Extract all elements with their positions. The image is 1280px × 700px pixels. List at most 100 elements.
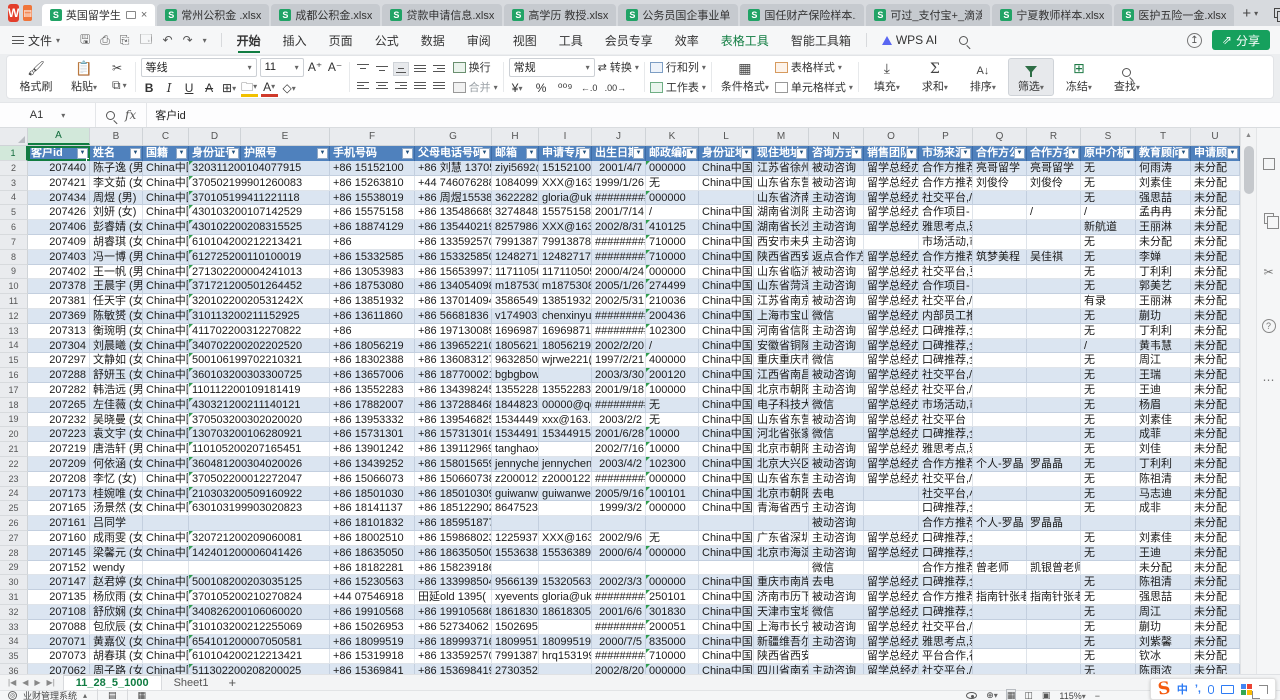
cell-D11[interactable]: 32010220020531242X	[189, 294, 241, 309]
cell-P14[interactable]: 口碑推荐,全	[919, 339, 973, 354]
filter-dropdown-col-Q[interactable]: ▼	[1014, 148, 1025, 159]
cell-H32[interactable]: 186183058	[492, 605, 539, 620]
cell-Q29[interactable]: 曾老师	[973, 561, 1027, 576]
increase-indent-icon[interactable]	[431, 62, 447, 76]
cell-P20[interactable]: 口碑推荐,全	[919, 427, 973, 442]
cell-C11[interactable]: China中国	[143, 294, 189, 309]
cell-H12[interactable]: v1749037(	[492, 309, 539, 324]
cell-K28[interactable]: 000000	[646, 546, 699, 561]
cell-O12[interactable]: 留学总经办	[864, 309, 919, 324]
cell-G22[interactable]: +86 1580156591	[415, 457, 492, 472]
cell-L4[interactable]	[699, 191, 754, 206]
cell-L11[interactable]: China中国	[699, 294, 754, 309]
cell-T18[interactable]: 杨眉	[1136, 398, 1191, 413]
cell-K30[interactable]: 000000	[646, 575, 699, 590]
cell-L17[interactable]: China中国	[699, 383, 754, 398]
row-header-11[interactable]: 11	[0, 294, 28, 309]
cell-T34[interactable]: 刘紫馨	[1136, 635, 1191, 650]
filter-dropdown-col-S[interactable]: ▼	[1123, 148, 1134, 159]
cell-H3[interactable]: 108409964	[492, 176, 539, 191]
cell-B24[interactable]: 桂婉唯 (女	[90, 487, 143, 502]
cell-H11[interactable]: 358654913	[492, 294, 539, 309]
cell-M7[interactable]: 西安市未央	[754, 235, 809, 250]
cell-M9[interactable]: 山东省临沂	[754, 265, 809, 280]
cell-U5[interactable]: 未分配	[1191, 205, 1240, 220]
row-header-14[interactable]: 14	[0, 339, 28, 354]
cell-M21[interactable]: 北京市朝阳	[754, 442, 809, 457]
cell-J29[interactable]	[592, 561, 646, 576]
row-header-2[interactable]: 2	[0, 161, 28, 176]
cell-M30[interactable]: 重庆市南岸	[754, 575, 809, 590]
cell-O26[interactable]	[864, 516, 919, 531]
column-header-S[interactable]: S	[1081, 128, 1136, 145]
side-panel-icon[interactable]	[1261, 156, 1277, 172]
cell-O27[interactable]: 留学总经办	[864, 531, 919, 546]
cell-N34[interactable]: 主动咨询	[809, 635, 864, 650]
wrap-text-button[interactable]: 换行	[453, 59, 498, 76]
row-header-19[interactable]: 19	[0, 413, 28, 428]
cell-J25[interactable]: 1999/3/2	[592, 501, 646, 516]
cell-L13[interactable]: China中国	[699, 324, 754, 339]
cell-C6[interactable]: China中国	[143, 220, 189, 235]
cell-D16[interactable]: 360103200303300725	[189, 368, 241, 383]
cell-T28[interactable]: 王迪	[1136, 546, 1191, 561]
cell-K23[interactable]: 000000	[646, 472, 699, 487]
align-center-icon[interactable]	[374, 79, 390, 93]
cell-Q6[interactable]	[973, 220, 1027, 235]
cell-B10[interactable]: 王晨宇 (男	[90, 279, 143, 294]
cell-B7[interactable]: 胡睿琪 (女	[90, 235, 143, 250]
cell-G12[interactable]: +86 56681836	[415, 309, 492, 324]
cell-J28[interactable]: 2000/6/4	[592, 546, 646, 561]
header-cell-U1[interactable]: 申请顾▼	[1191, 146, 1240, 161]
cell-I17[interactable]: 135522836	[539, 383, 592, 398]
align-middle-icon[interactable]	[374, 62, 390, 76]
cell-H25[interactable]: 864752343	[492, 501, 539, 516]
cell-J20[interactable]: 2001/6/28	[592, 427, 646, 442]
row-header-30[interactable]: 30	[0, 575, 28, 590]
cell-T21[interactable]: 刘佳	[1136, 442, 1191, 457]
cell-M24[interactable]: 北京市朝阳	[754, 487, 809, 502]
cell-G16[interactable]: +86 1877000215	[415, 368, 492, 383]
cell-O9[interactable]: 留学总经办	[864, 265, 919, 280]
cell-U15[interactable]: 未分配	[1191, 353, 1240, 368]
cell-A26[interactable]: 207161	[28, 516, 90, 531]
cell-P5[interactable]: 合作项目-	[919, 205, 973, 220]
zoom-out-icon[interactable]: −	[1095, 691, 1100, 700]
undo-icon[interactable]: ↶	[163, 33, 173, 47]
cell-N30[interactable]: 去电	[809, 575, 864, 590]
cell-O28[interactable]: 留学总经办	[864, 546, 919, 561]
cell-R33[interactable]	[1027, 620, 1081, 635]
cell-N15[interactable]: 微信	[809, 353, 864, 368]
cell-D27[interactable]: 320721200209060081	[189, 531, 241, 546]
cell-O3[interactable]: 留学总经办	[864, 176, 919, 191]
cell-I11[interactable]: 13851932@	[539, 294, 592, 309]
header-cell-I1[interactable]: 申请专用▼	[539, 146, 592, 161]
cell-D6[interactable]: 430102200208315525	[189, 220, 241, 235]
cell-G8[interactable]: +86 1533258500	[415, 250, 492, 265]
increase-font-icon[interactable]: A⁺	[307, 59, 324, 76]
cell-N10[interactable]: 主动咨询	[809, 279, 864, 294]
paste-button[interactable]: 📋 粘贴▾	[61, 59, 107, 95]
cell-F12[interactable]: +86 13611860	[330, 309, 415, 324]
cell-T5[interactable]: 孟冉冉	[1136, 205, 1191, 220]
cell-F15[interactable]: +86 18302388	[330, 353, 415, 368]
cell-M3[interactable]: 山东省东营	[754, 176, 809, 191]
cell-O23[interactable]: 留学总经办	[864, 472, 919, 487]
cell-Q24[interactable]	[973, 487, 1027, 502]
cell-N5[interactable]: 主动咨询	[809, 205, 864, 220]
cell-R21[interactable]	[1027, 442, 1081, 457]
cell-G29[interactable]: +86 1582391866	[415, 561, 492, 576]
cell-S17[interactable]: 无	[1081, 383, 1136, 398]
cell-F34[interactable]: +86 18099519	[330, 635, 415, 650]
cell-S29[interactable]	[1081, 561, 1136, 576]
cell-I33[interactable]	[539, 620, 592, 635]
cell-C22[interactable]: China中国	[143, 457, 189, 472]
cell-U29[interactable]: 未分配	[1191, 561, 1240, 576]
cell-S23[interactable]: 无	[1081, 472, 1136, 487]
row-header-17[interactable]: 17	[0, 383, 28, 398]
cell-F31[interactable]: +44 07546918	[330, 590, 415, 605]
cell-K16[interactable]: 200120	[646, 368, 699, 383]
row-header-9[interactable]: 9	[0, 265, 28, 280]
cell-N33[interactable]: 被动咨询	[809, 620, 864, 635]
save-icon[interactable]: 🖫	[80, 30, 90, 51]
